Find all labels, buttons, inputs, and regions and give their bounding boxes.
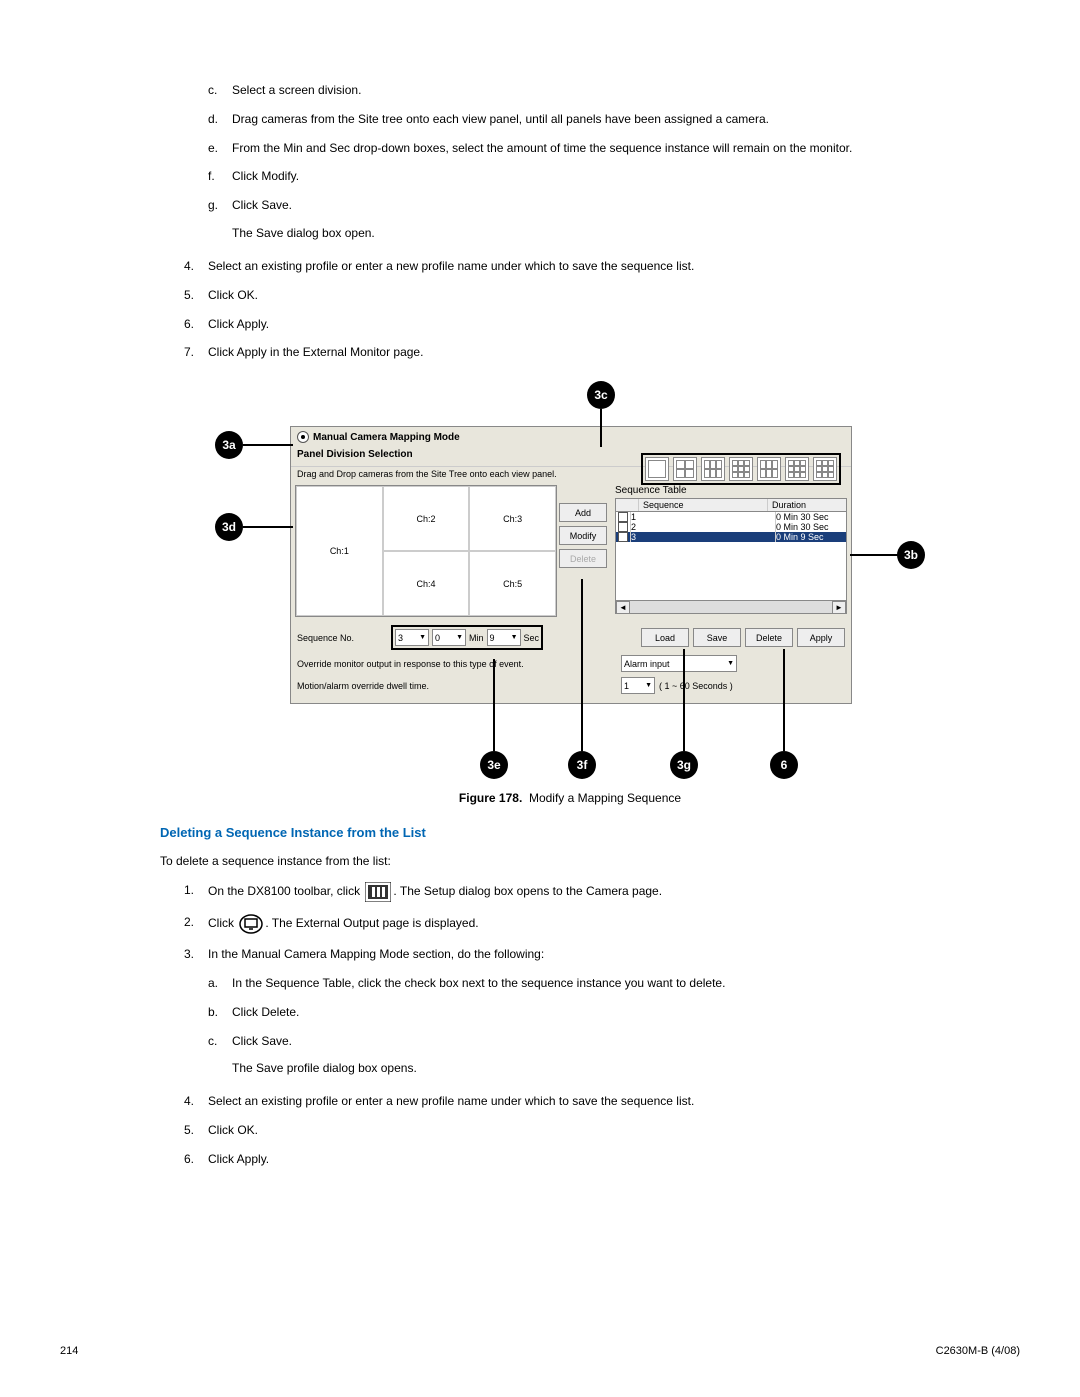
step2-c-note: The Save profile dialog box opens. <box>232 1061 980 1075</box>
division-8[interactable] <box>757 457 781 481</box>
panel-grid[interactable]: Ch:1 Ch:2 Ch:3 Ch:4 Ch:5 <box>295 485 557 617</box>
step-7: 7.Click Apply in the External Monitor pa… <box>184 344 980 361</box>
event-type-dd[interactable]: Alarm input▼ <box>621 655 737 672</box>
add-button[interactable]: Add <box>559 503 607 522</box>
division-4[interactable] <box>673 457 697 481</box>
callout-3c: 3c <box>587 381 615 409</box>
step-5: 5.Click OK. <box>184 287 980 304</box>
apply-button[interactable]: Apply <box>797 628 845 647</box>
step-g-note: The Save dialog box open. <box>232 226 980 240</box>
seq-no-dd[interactable]: 3▼ <box>395 629 429 646</box>
callout-6: 6 <box>770 751 798 779</box>
load-button[interactable]: Load <box>641 628 689 647</box>
step2-c: c.Click Save. <box>208 1033 980 1050</box>
intro-text: To delete a sequence instance from the l… <box>160 854 980 868</box>
doc-id: C2630M-B (4/08) <box>936 1345 1020 1357</box>
step2-a: a.In the Sequence Table, click the check… <box>208 975 980 992</box>
step-c: c.Select a screen division. <box>208 82 980 99</box>
step2-1: 1.On the DX8100 toolbar, click . The Set… <box>184 882 980 902</box>
figure-caption: Figure 178. Modify a Mapping Sequence <box>160 791 980 805</box>
step-4: 4.Select an existing profile or enter a … <box>184 258 980 275</box>
monitor-icon <box>239 914 263 934</box>
sequence-table[interactable]: SequenceDuration 10 Min 30 Sec 20 Min 30… <box>615 498 847 614</box>
setup-icon <box>365 882 391 902</box>
modify-button[interactable]: Modify <box>559 526 607 545</box>
step-6: 6.Click Apply. <box>184 316 980 333</box>
min-dd[interactable]: 0▼ <box>432 629 466 646</box>
delete-button[interactable]: Delete <box>559 549 607 568</box>
step-f: f.Click Modify. <box>208 168 980 185</box>
save-button[interactable]: Save <box>693 628 741 647</box>
callout-3e: 3e <box>480 751 508 779</box>
callout-3a: 3a <box>215 431 243 459</box>
step2-4: 4.Select an existing profile or enter a … <box>184 1093 980 1110</box>
callout-3g: 3g <box>670 751 698 779</box>
page-number: 214 <box>60 1345 78 1357</box>
division-13[interactable] <box>785 457 809 481</box>
division-6[interactable] <box>701 457 725 481</box>
step2-b: b.Click Delete. <box>208 1004 980 1021</box>
callout-3b: 3b <box>897 541 925 569</box>
step2-3: 3.In the Manual Camera Mapping Mode sect… <box>184 946 980 963</box>
figure-178: 3a 3d 3c 3b 3e 3f 3g 6 Manual Camera Map… <box>215 381 925 781</box>
delete2-button[interactable]: Delete <box>745 628 793 647</box>
division-16[interactable] <box>813 457 837 481</box>
sec-dd[interactable]: 9▼ <box>487 629 521 646</box>
dwell-dd[interactable]: 1▼ <box>621 677 655 694</box>
step2-2: 2.Click . The External Output page is di… <box>184 914 980 934</box>
step-g: g.Click Save. <box>208 197 980 214</box>
step2-6: 6.Click Apply. <box>184 1151 980 1168</box>
radio-mapping-mode[interactable] <box>297 431 309 443</box>
step-e: e.From the Min and Sec drop-down boxes, … <box>208 140 980 157</box>
dialog-camera-mapping: Manual Camera Mapping Mode Panel Divisio… <box>290 426 852 704</box>
callout-3f: 3f <box>568 751 596 779</box>
callout-3d: 3d <box>215 513 243 541</box>
section-heading: Deleting a Sequence Instance from the Li… <box>160 825 980 840</box>
division-1[interactable] <box>645 457 669 481</box>
step2-5: 5.Click OK. <box>184 1122 980 1139</box>
division-9[interactable] <box>729 457 753 481</box>
step-d: d.Drag cameras from the Site tree onto e… <box>208 111 980 128</box>
